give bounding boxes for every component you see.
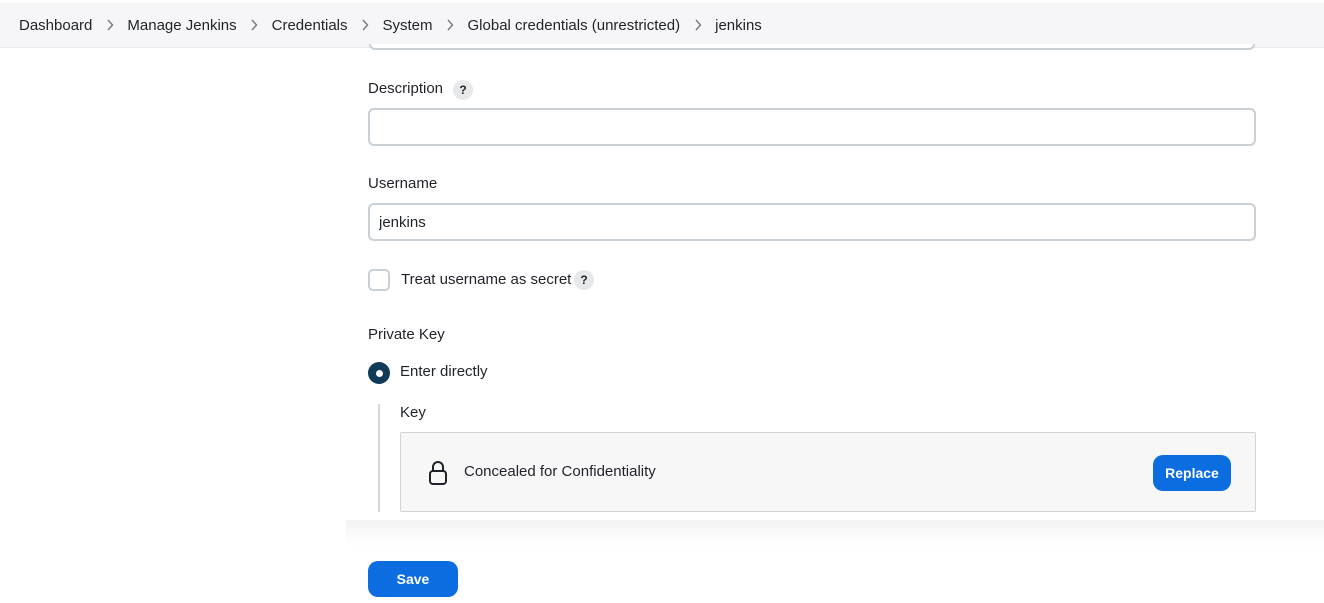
breadcrumb-item-manage-jenkins[interactable]: Manage Jenkins [127, 17, 236, 34]
treat-username-secret-label[interactable]: Treat username as secret [401, 271, 571, 288]
chevron-right-icon [237, 19, 272, 31]
private-key-label: Private Key [368, 326, 445, 343]
description-label: Description [368, 80, 444, 97]
key-label: Key [400, 404, 426, 421]
description-help-icon[interactable]: ? [453, 80, 473, 100]
chevron-right-icon [680, 19, 715, 31]
breadcrumb-item-credentials[interactable]: Credentials [272, 17, 348, 34]
previous-field-edge [369, 44, 1255, 50]
breadcrumb-item-global-credentials[interactable]: Global credentials (unrestricted) [468, 17, 681, 34]
concealed-key-panel: Concealed for Confidentiality Replace [400, 432, 1256, 512]
username-label: Username [368, 175, 438, 192]
treat-username-secret-checkbox[interactable] [368, 269, 390, 291]
enter-directly-radio[interactable] [368, 362, 390, 384]
nested-options-divider [378, 404, 380, 512]
treat-secret-help-icon[interactable]: ? [574, 270, 594, 290]
chevron-right-icon [92, 19, 127, 31]
chevron-right-icon [433, 19, 468, 31]
description-field[interactable] [368, 108, 1256, 146]
breadcrumb: Dashboard Manage Jenkins Credentials Sys… [0, 3, 1324, 48]
breadcrumb-item-jenkins[interactable]: jenkins [715, 17, 762, 34]
breadcrumb-item-dashboard[interactable]: Dashboard [19, 17, 92, 34]
chevron-right-icon [348, 19, 383, 31]
concealed-text: Concealed for Confidentiality [464, 463, 656, 480]
replace-button[interactable]: Replace [1153, 455, 1231, 491]
username-field[interactable] [368, 203, 1256, 241]
save-button[interactable]: Save [368, 561, 458, 597]
lock-icon [428, 460, 448, 486]
enter-directly-label[interactable]: Enter directly [400, 363, 488, 380]
breadcrumb-item-system[interactable]: System [383, 17, 433, 34]
bottom-action-bar [346, 520, 1324, 603]
